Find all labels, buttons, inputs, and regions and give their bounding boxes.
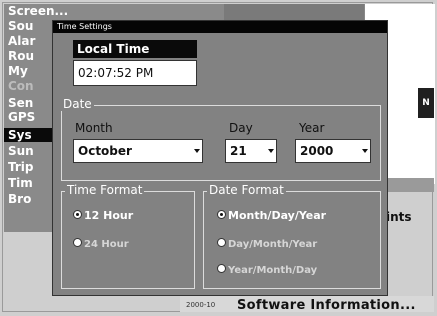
year-label: Year (299, 121, 325, 135)
menu-item-con[interactable]: Con (8, 79, 34, 93)
radio-month-day-year-label: Month/Day/Year (228, 209, 327, 222)
menu-item-routes[interactable]: Rou (8, 49, 34, 63)
menu-item-alarms[interactable]: Alar (8, 34, 35, 48)
month-select[interactable]: October (73, 139, 203, 163)
month-label: Month (75, 121, 113, 135)
chevron-down-icon (268, 149, 274, 153)
background-side-tab: N (418, 88, 434, 118)
device-screen: N ints Screen... Sou Alar Rou My Con Sen… (0, 0, 437, 316)
menu-item-time[interactable]: Tim (8, 176, 33, 190)
date-group-label: Date (61, 97, 94, 111)
bottom-version-label: 2000-10 (186, 301, 216, 309)
month-value: October (78, 144, 132, 158)
radio-day-month-year-label: Day/Month/Year (228, 239, 318, 250)
day-select[interactable]: 21 (225, 139, 277, 163)
radio-24-hour-label: 24 Hour (84, 239, 129, 250)
radio-12-hour-label: 12 Hour (84, 209, 134, 222)
radio-12-hour[interactable]: 12 Hour (73, 207, 133, 223)
radio-24-hour[interactable]: 24 Hour (73, 235, 129, 251)
radio-dot-icon (217, 210, 226, 219)
radio-day-month-year[interactable]: Day/Month/Year (217, 235, 317, 251)
dialog-title: Time Settings (53, 21, 387, 33)
radio-dot-icon (73, 210, 82, 219)
menu-item-sun[interactable]: Sun (8, 144, 34, 158)
menu-item-sounds[interactable]: Sou (8, 19, 33, 33)
menu-item-sensors[interactable]: Sen (8, 96, 33, 110)
radio-year-month-day-label: Year/Month/Day (228, 265, 318, 276)
menu-item-my[interactable]: My (8, 64, 28, 78)
year-select[interactable]: 2000 (295, 139, 371, 163)
time-format-group-label: Time Format (65, 183, 145, 197)
chevron-down-icon (194, 149, 200, 153)
radio-dot-icon (217, 264, 226, 273)
chevron-down-icon (362, 149, 368, 153)
background-text-fragment: ints (386, 210, 412, 224)
year-value: 2000 (300, 144, 334, 158)
radio-year-month-day[interactable]: Year/Month/Day (217, 261, 317, 277)
menu-item-trip[interactable]: Trip (8, 160, 34, 174)
radio-dot-icon (217, 238, 226, 247)
software-information-item[interactable]: Software Information... (237, 298, 416, 313)
menu-item-gps[interactable]: GPS (8, 110, 35, 124)
menu-item-screen[interactable]: Screen... (8, 4, 68, 18)
day-label: Day (229, 121, 253, 135)
local-time-label: Local Time (73, 40, 197, 58)
local-time-field[interactable]: 02:07:52 PM (73, 60, 197, 86)
radio-dot-icon (73, 238, 82, 247)
time-settings-dialog: Time Settings Local Time 02:07:52 PM Dat… (52, 20, 388, 296)
date-format-group-label: Date Format (207, 183, 286, 197)
day-value: 21 (230, 144, 247, 158)
radio-month-day-year[interactable]: Month/Day/Year (217, 207, 326, 223)
menu-item-browse[interactable]: Bro (8, 192, 31, 206)
